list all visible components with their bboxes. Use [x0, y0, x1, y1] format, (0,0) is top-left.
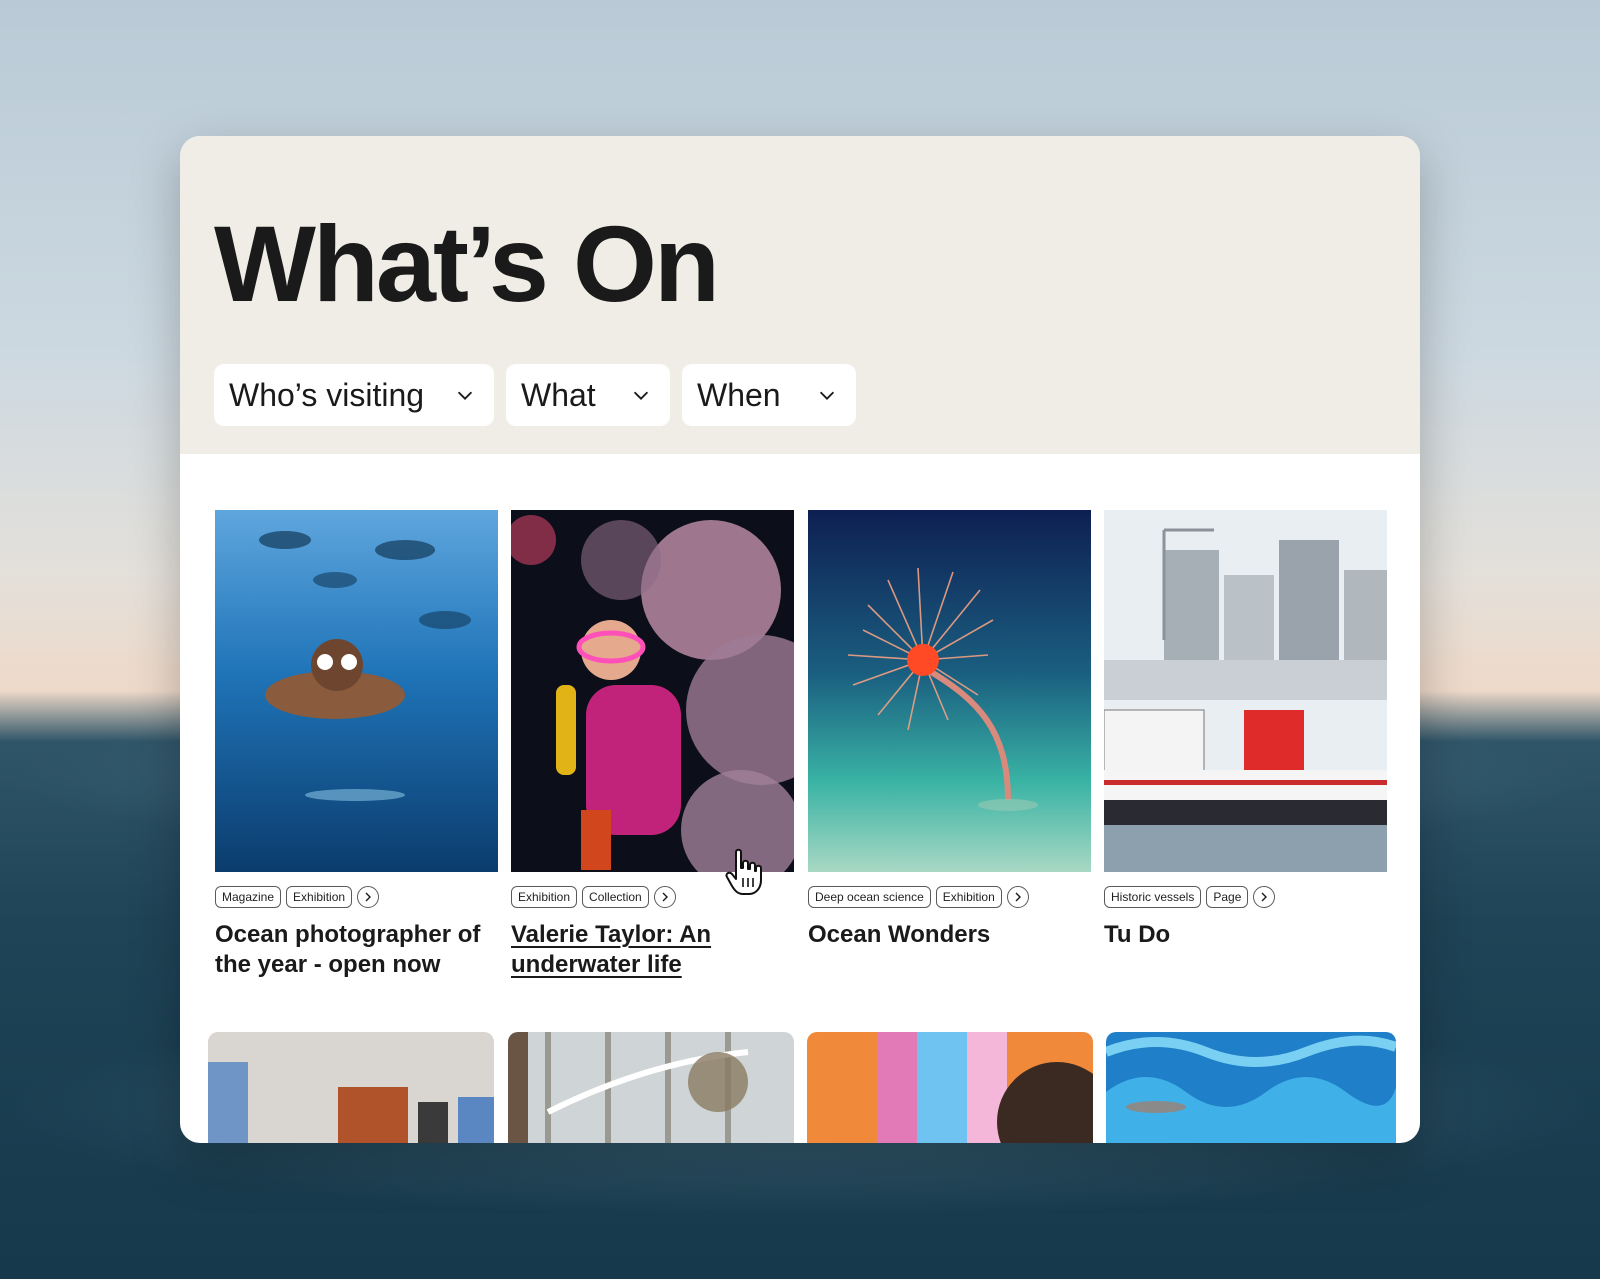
- event-card[interactable]: Exhibition Collection Valerie Taylor: An…: [511, 510, 794, 980]
- page-title: What’s On: [214, 203, 720, 324]
- chevron-right-icon[interactable]: [357, 886, 380, 908]
- chevron-down-icon: [457, 391, 473, 400]
- event-image[interactable]: [208, 1032, 494, 1143]
- tag-list: Magazine Exhibition: [215, 886, 498, 908]
- event-card[interactable]: Magazine Exhibition Ocean photographer o…: [215, 510, 498, 980]
- event-image[interactable]: [808, 510, 1091, 872]
- chevron-right-icon[interactable]: [653, 886, 676, 908]
- event-title[interactable]: Ocean photographer of the year - open no…: [215, 920, 498, 980]
- hero-section: What’s On Who’s visiting What When: [180, 136, 1420, 454]
- chevron-right-icon[interactable]: [1253, 886, 1276, 908]
- tag[interactable]: Collection: [582, 886, 649, 908]
- tag[interactable]: Page: [1206, 886, 1249, 908]
- event-card[interactable]: Deep ocean science Exhibition Ocean Wond…: [808, 510, 1091, 950]
- museum-interior-image: [508, 1032, 794, 1143]
- filter-whos-visiting[interactable]: Who’s visiting: [214, 364, 494, 426]
- chevron-right-icon[interactable]: [1006, 886, 1029, 908]
- tag[interactable]: Exhibition: [935, 886, 1002, 908]
- filter-what[interactable]: What: [506, 364, 670, 426]
- event-title[interactable]: Valerie Taylor: An underwater life: [511, 920, 794, 980]
- chevron-down-icon: [819, 391, 835, 400]
- tag[interactable]: Exhibition: [286, 886, 353, 908]
- tag[interactable]: Deep ocean science: [808, 886, 931, 908]
- filter-label: What: [521, 376, 596, 413]
- tag[interactable]: Magazine: [215, 886, 282, 908]
- colourful-display-image: [807, 1032, 1093, 1143]
- chevron-down-icon: [633, 391, 649, 400]
- valerie-taylor-image: [511, 510, 794, 872]
- event-image[interactable]: [807, 1032, 1093, 1143]
- filter-label: When: [697, 376, 781, 413]
- tag[interactable]: Exhibition: [511, 886, 578, 908]
- tag[interactable]: Historic vessels: [1104, 886, 1202, 908]
- event-image[interactable]: [511, 510, 794, 872]
- filter-bar: Who’s visiting What When: [214, 364, 856, 426]
- hand-pointer-icon: [725, 848, 762, 895]
- event-image[interactable]: [215, 510, 498, 872]
- ocean-photographer-image: [215, 510, 498, 872]
- event-title[interactable]: Ocean Wonders: [808, 920, 1091, 950]
- tag-list: Deep ocean science Exhibition: [808, 886, 1091, 908]
- filter-label: Who’s visiting: [229, 376, 425, 413]
- event-image[interactable]: [508, 1032, 794, 1143]
- event-image[interactable]: [1106, 1032, 1396, 1143]
- filter-when[interactable]: When: [682, 364, 856, 426]
- event-card[interactable]: Historic vessels Page Tu Do: [1104, 510, 1387, 950]
- tu-do-image: [1104, 510, 1387, 872]
- tag-list: Historic vessels Page: [1104, 886, 1387, 908]
- event-title[interactable]: Tu Do: [1104, 920, 1387, 950]
- aquarium-image: [1106, 1032, 1396, 1143]
- gallery-image: [208, 1032, 494, 1143]
- event-image[interactable]: [1104, 510, 1387, 872]
- whats-on-panel: What’s On Who’s visiting What When Magaz…: [180, 136, 1420, 1143]
- ocean-wonders-image: [808, 510, 1091, 872]
